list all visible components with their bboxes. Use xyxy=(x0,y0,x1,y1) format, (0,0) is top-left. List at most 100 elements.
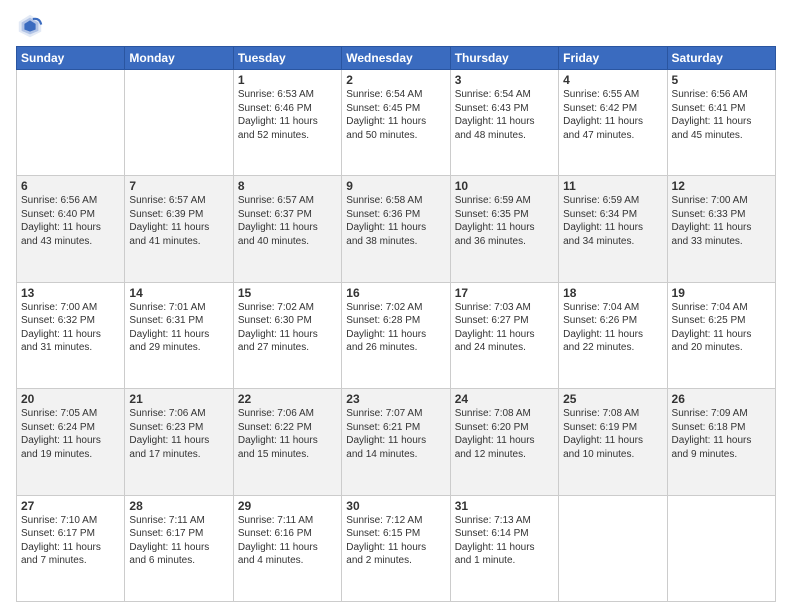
day-info: Sunrise: 6:56 AM Sunset: 6:41 PM Dayligh… xyxy=(672,89,752,141)
logo xyxy=(16,12,48,40)
calendar-cell: 3 Sunrise: 6:54 AM Sunset: 6:43 PM Daylig… xyxy=(450,70,558,176)
day-number: 13 xyxy=(21,286,120,300)
day-info: Sunrise: 7:02 AM Sunset: 6:30 PM Dayligh… xyxy=(238,302,318,354)
day-info: Sunrise: 7:01 AM Sunset: 6:31 PM Dayligh… xyxy=(129,302,209,354)
day-number: 14 xyxy=(129,286,228,300)
calendar-cell: 18 Sunrise: 7:04 AM Sunset: 6:26 PM Dayli… xyxy=(559,282,667,388)
day-number: 12 xyxy=(672,179,771,193)
day-info: Sunrise: 7:10 AM Sunset: 6:17 PM Dayligh… xyxy=(21,515,101,567)
day-info: Sunrise: 7:06 AM Sunset: 6:22 PM Dayligh… xyxy=(238,408,318,460)
week-row-4: 20 Sunrise: 7:05 AM Sunset: 6:24 PM Dayli… xyxy=(17,389,776,495)
calendar-header: SundayMondayTuesdayWednesdayThursdayFrid… xyxy=(17,47,776,70)
day-number: 7 xyxy=(129,179,228,193)
day-number: 3 xyxy=(455,73,554,87)
day-info: Sunrise: 7:11 AM Sunset: 6:16 PM Dayligh… xyxy=(238,515,318,567)
calendar-cell: 21Sunrise: 7:06 AM Sunset: 6:23 PM Dayli… xyxy=(125,389,233,495)
day-number: 17 xyxy=(455,286,554,300)
calendar-cell: 20 Sunrise: 7:05 AM Sunset: 6:24 PM Dayli… xyxy=(17,389,125,495)
day-info: Sunrise: 7:00 AM Sunset: 6:33 PM Dayligh… xyxy=(672,195,752,247)
day-info: Sunrise: 7:04 AM Sunset: 6:25 PM Dayligh… xyxy=(672,302,752,354)
calendar-body: 1Sunrise: 6:53 AM Sunset: 6:46 PM Daylig… xyxy=(17,70,776,602)
day-info: Sunrise: 7:12 AM Sunset: 6:15 PM Dayligh… xyxy=(346,515,426,567)
calendar-cell: 15 Sunrise: 7:02 AM Sunset: 6:30 PM Dayli… xyxy=(233,282,341,388)
calendar-cell: 30 Sunrise: 7:12 AM Sunset: 6:15 PM Dayli… xyxy=(342,495,450,601)
day-number: 6 xyxy=(21,179,120,193)
day-info: Sunrise: 7:04 AM Sunset: 6:26 PM Dayligh… xyxy=(563,302,643,354)
calendar-cell: 26 Sunrise: 7:09 AM Sunset: 6:18 PM Dayli… xyxy=(667,389,775,495)
day-info: Sunrise: 7:08 AM Sunset: 6:19 PM Dayligh… xyxy=(563,408,643,460)
calendar-cell: 24Sunrise: 7:08 AM Sunset: 6:20 PM Dayli… xyxy=(450,389,558,495)
calendar-cell: 12 Sunrise: 7:00 AM Sunset: 6:33 PM Dayli… xyxy=(667,176,775,282)
day-number: 18 xyxy=(563,286,662,300)
day-number: 10 xyxy=(455,179,554,193)
col-header-friday: Friday xyxy=(559,47,667,70)
calendar-cell: 10 Sunrise: 6:59 AM Sunset: 6:35 PM Dayli… xyxy=(450,176,558,282)
day-number: 15 xyxy=(238,286,337,300)
day-number: 19 xyxy=(672,286,771,300)
week-row-3: 13 Sunrise: 7:00 AM Sunset: 6:32 PM Dayli… xyxy=(17,282,776,388)
day-number: 25 xyxy=(563,392,662,406)
day-number: 28 xyxy=(129,499,228,513)
calendar-cell: 29Sunrise: 7:11 AM Sunset: 6:16 PM Dayli… xyxy=(233,495,341,601)
day-number: 8 xyxy=(238,179,337,193)
logo-icon xyxy=(16,12,44,40)
day-info: Sunrise: 6:54 AM Sunset: 6:45 PM Dayligh… xyxy=(346,89,426,141)
day-number: 2 xyxy=(346,73,445,87)
calendar-cell: 25 Sunrise: 7:08 AM Sunset: 6:19 PM Dayli… xyxy=(559,389,667,495)
day-number: 1 xyxy=(238,73,337,87)
col-header-sunday: Sunday xyxy=(17,47,125,70)
calendar-cell: 31Sunrise: 7:13 AM Sunset: 6:14 PM Dayli… xyxy=(450,495,558,601)
day-info: Sunrise: 6:59 AM Sunset: 6:34 PM Dayligh… xyxy=(563,195,643,247)
day-info: Sunrise: 6:54 AM Sunset: 6:43 PM Dayligh… xyxy=(455,89,535,141)
col-header-saturday: Saturday xyxy=(667,47,775,70)
calendar-cell: 14 Sunrise: 7:01 AM Sunset: 6:31 PM Dayli… xyxy=(125,282,233,388)
day-info: Sunrise: 7:07 AM Sunset: 6:21 PM Dayligh… xyxy=(346,408,426,460)
col-header-monday: Monday xyxy=(125,47,233,70)
calendar-cell: 6Sunrise: 6:56 AM Sunset: 6:40 PM Daylig… xyxy=(17,176,125,282)
day-info: Sunrise: 7:05 AM Sunset: 6:24 PM Dayligh… xyxy=(21,408,101,460)
calendar-cell: 16Sunrise: 7:02 AM Sunset: 6:28 PM Dayli… xyxy=(342,282,450,388)
calendar-cell xyxy=(17,70,125,176)
calendar-cell: 22 Sunrise: 7:06 AM Sunset: 6:22 PM Dayli… xyxy=(233,389,341,495)
week-row-5: 27 Sunrise: 7:10 AM Sunset: 6:17 PM Dayli… xyxy=(17,495,776,601)
day-info: Sunrise: 7:06 AM Sunset: 6:23 PM Dayligh… xyxy=(129,408,209,460)
col-header-tuesday: Tuesday xyxy=(233,47,341,70)
calendar-table: SundayMondayTuesdayWednesdayThursdayFrid… xyxy=(16,46,776,602)
day-info: Sunrise: 6:59 AM Sunset: 6:35 PM Dayligh… xyxy=(455,195,535,247)
calendar-cell: 1Sunrise: 6:53 AM Sunset: 6:46 PM Daylig… xyxy=(233,70,341,176)
calendar-cell: 11 Sunrise: 6:59 AM Sunset: 6:34 PM Dayli… xyxy=(559,176,667,282)
calendar-cell: 4Sunrise: 6:55 AM Sunset: 6:42 PM Daylig… xyxy=(559,70,667,176)
day-info: Sunrise: 7:11 AM Sunset: 6:17 PM Dayligh… xyxy=(129,515,209,567)
day-number: 11 xyxy=(563,179,662,193)
calendar-cell: 9Sunrise: 6:58 AM Sunset: 6:36 PM Daylig… xyxy=(342,176,450,282)
day-info: Sunrise: 7:02 AM Sunset: 6:28 PM Dayligh… xyxy=(346,302,426,354)
calendar-cell: 17 Sunrise: 7:03 AM Sunset: 6:27 PM Dayli… xyxy=(450,282,558,388)
day-info: Sunrise: 7:03 AM Sunset: 6:27 PM Dayligh… xyxy=(455,302,535,354)
calendar-cell: 7Sunrise: 6:57 AM Sunset: 6:39 PM Daylig… xyxy=(125,176,233,282)
day-info: Sunrise: 7:08 AM Sunset: 6:20 PM Dayligh… xyxy=(455,408,535,460)
calendar-cell: 2 Sunrise: 6:54 AM Sunset: 6:45 PM Daylig… xyxy=(342,70,450,176)
day-number: 30 xyxy=(346,499,445,513)
day-info: Sunrise: 6:57 AM Sunset: 6:37 PM Dayligh… xyxy=(238,195,318,247)
calendar-cell: 23Sunrise: 7:07 AM Sunset: 6:21 PM Dayli… xyxy=(342,389,450,495)
day-info: Sunrise: 6:58 AM Sunset: 6:36 PM Dayligh… xyxy=(346,195,426,247)
calendar-cell: 28 Sunrise: 7:11 AM Sunset: 6:17 PM Dayli… xyxy=(125,495,233,601)
calendar-cell: 5 Sunrise: 6:56 AM Sunset: 6:41 PM Daylig… xyxy=(667,70,775,176)
day-number: 20 xyxy=(21,392,120,406)
col-header-thursday: Thursday xyxy=(450,47,558,70)
calendar-cell: 8 Sunrise: 6:57 AM Sunset: 6:37 PM Daylig… xyxy=(233,176,341,282)
week-row-2: 6Sunrise: 6:56 AM Sunset: 6:40 PM Daylig… xyxy=(17,176,776,282)
day-info: Sunrise: 7:09 AM Sunset: 6:18 PM Dayligh… xyxy=(672,408,752,460)
day-info: Sunrise: 7:00 AM Sunset: 6:32 PM Dayligh… xyxy=(21,302,101,354)
calendar-cell: 27 Sunrise: 7:10 AM Sunset: 6:17 PM Dayli… xyxy=(17,495,125,601)
day-number: 27 xyxy=(21,499,120,513)
day-number: 26 xyxy=(672,392,771,406)
page: SundayMondayTuesdayWednesdayThursdayFrid… xyxy=(0,0,792,612)
calendar-cell xyxy=(125,70,233,176)
day-info: Sunrise: 6:55 AM Sunset: 6:42 PM Dayligh… xyxy=(563,89,643,141)
calendar-cell xyxy=(667,495,775,601)
header xyxy=(16,12,776,40)
day-number: 5 xyxy=(672,73,771,87)
day-number: 22 xyxy=(238,392,337,406)
day-number: 31 xyxy=(455,499,554,513)
